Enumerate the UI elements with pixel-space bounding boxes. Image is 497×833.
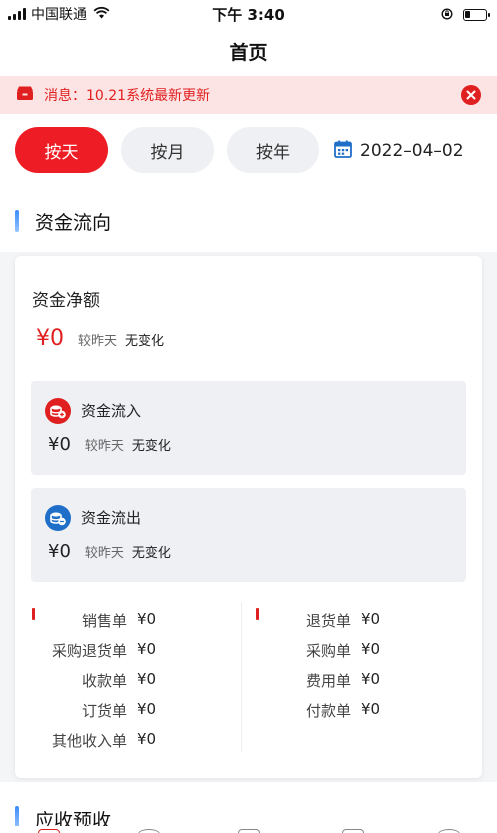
detail-label: 采购退货单 [51, 642, 127, 660]
detail-value: ¥0 [137, 670, 157, 688]
status-time: 下午 3:40 [212, 6, 285, 24]
filter-day-button[interactable]: 按天 [15, 127, 108, 173]
detail-label: 费用单 [305, 672, 351, 690]
selected-date: 2022–04–02 [360, 141, 464, 161]
outflow-title: 资金流出 [81, 509, 142, 527]
outflow-amount: ¥0 [48, 541, 71, 562]
list-item[interactable]: 采购单 ¥0 [255, 640, 380, 660]
tab-bar [0, 826, 497, 833]
inflow-title: 资金流入 [81, 402, 142, 420]
detail-value: ¥0 [137, 700, 157, 718]
list-item[interactable]: 费用单 ¥0 [255, 670, 380, 690]
detail-value: ¥0 [361, 640, 381, 658]
close-circle-icon[interactable] [461, 85, 481, 105]
notice-banner[interactable]: 消息：10.21系统最新更新 [0, 76, 497, 114]
net-compare-label: 较昨天 [78, 334, 118, 349]
section-accent-bar [15, 210, 19, 232]
detail-label: 收款单 [81, 672, 127, 690]
list-item[interactable]: 退货单 ¥0 [255, 610, 380, 630]
calendar-icon [334, 140, 352, 162]
outflow-row: ¥0 较昨天 无变化 [48, 541, 171, 562]
list-item[interactable]: 其他收入单 ¥0 [33, 730, 156, 750]
detail-value: ¥0 [361, 700, 381, 718]
detail-value: ¥0 [361, 670, 381, 688]
net-compare-value: 无变化 [125, 334, 165, 349]
column-divider [241, 602, 242, 752]
list-item[interactable]: 订货单 ¥0 [33, 700, 156, 720]
inflow-row: ¥0 较昨天 无变化 [48, 434, 171, 455]
outflow-compare-value: 无变化 [131, 546, 171, 561]
inflow-card[interactable]: 资金流入 ¥0 较昨天 无变化 [31, 381, 466, 475]
detail-value: ¥0 [137, 730, 157, 748]
net-funds-row: ¥0 较昨天 无变化 [36, 326, 164, 351]
funds-card: 资金净额 ¥0 较昨天 无变化 资金流入 ¥0 较昨天 无变化 资金流出 ¥0 … [15, 256, 482, 778]
detail-label: 销售单 [81, 612, 127, 630]
section-header: 资金流向 [0, 190, 497, 252]
filter-month-button[interactable]: 按月 [121, 127, 214, 173]
detail-label: 其他收入单 [51, 732, 127, 750]
tab-icon[interactable] [238, 829, 260, 833]
section-accent-bar [15, 806, 19, 828]
detail-value: ¥0 [361, 610, 381, 628]
detail-label: 订货单 [81, 702, 127, 720]
status-bar: 中国联通 下午 3:40 [0, 0, 497, 26]
tab-home-icon[interactable] [38, 829, 60, 833]
list-item[interactable]: 采购退货单 ¥0 [33, 640, 156, 660]
list-item[interactable]: 销售单 ¥0 [33, 610, 156, 630]
battery-icon [463, 8, 490, 21]
tab-icon[interactable] [138, 829, 160, 833]
net-funds-amount: ¥0 [36, 326, 64, 351]
filter-year-button[interactable]: 按年 [227, 127, 319, 173]
rotation-lock-icon [441, 5, 453, 24]
detail-label: 采购单 [305, 642, 351, 660]
detail-label: 退货单 [305, 612, 351, 630]
inflow-compare-value: 无变化 [131, 439, 171, 454]
period-filter: 按天 按月 按年 2022–04–02 [0, 114, 497, 190]
list-item[interactable]: 付款单 ¥0 [255, 700, 380, 720]
section-title: 资金流向 [35, 211, 112, 234]
list-item[interactable]: 收款单 ¥0 [33, 670, 156, 690]
detail-value: ¥0 [137, 610, 157, 628]
outflow-card[interactable]: 资金流出 ¥0 较昨天 无变化 [31, 488, 466, 582]
date-picker[interactable]: 2022–04–02 [334, 140, 464, 162]
coin-stack-icon [45, 398, 71, 424]
tab-profile-icon[interactable] [438, 829, 460, 833]
inflow-amount: ¥0 [48, 434, 71, 455]
coin-stack-icon [45, 505, 71, 531]
inflow-compare-label: 较昨天 [84, 439, 124, 454]
shop-icon [16, 85, 34, 105]
outflow-compare-label: 较昨天 [84, 546, 124, 561]
detail-label: 付款单 [305, 702, 351, 720]
page-title: 首页 [229, 41, 268, 64]
status-right [441, 5, 490, 24]
detail-value: ¥0 [137, 640, 157, 658]
notice-text: 消息：10.21系统最新更新 [44, 88, 211, 104]
nav-bar: 首页 [0, 26, 497, 76]
net-funds-title: 资金净额 [32, 291, 100, 311]
tab-icon[interactable] [342, 829, 364, 833]
